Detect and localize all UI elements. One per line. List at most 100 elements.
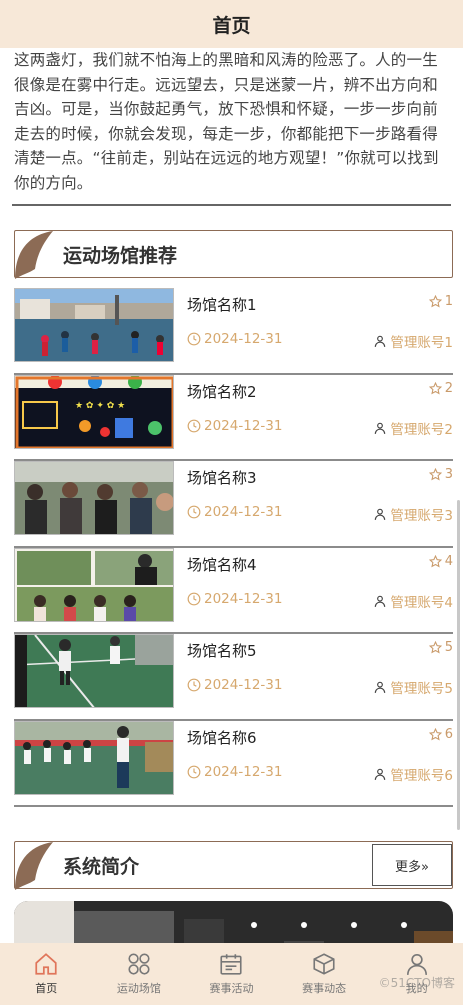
venue-date: 2024-12-31 <box>187 764 282 780</box>
tab-label: 运动场馆 <box>116 982 161 995</box>
home-icon <box>35 953 57 975</box>
clock-icon <box>187 419 201 432</box>
venue-info: 场馆名称4 4 2024-12-31 管理账号4 <box>174 548 453 633</box>
venue-image <box>14 634 174 708</box>
tab-label: 赛事活动 <box>209 982 254 995</box>
venue-owner: 管理账号1 <box>373 331 453 351</box>
venues-section-header: 运动场馆推荐 <box>14 230 453 279</box>
tab-venues[interactable]: 运动场馆 <box>93 943 186 1005</box>
venue-owner: 管理账号4 <box>373 591 453 611</box>
about-section-title: 系统简介 <box>63 855 140 878</box>
favorites-count: 3 <box>444 467 453 482</box>
intro-divider <box>12 204 451 206</box>
date-text: 2024-12-31 <box>204 331 283 347</box>
venue-name: 场馆名称3 <box>187 469 257 487</box>
about-image <box>14 901 453 943</box>
scrollbar[interactable] <box>457 500 460 830</box>
tab-news[interactable]: 赛事动态 <box>278 943 371 1005</box>
svg-text:★ ✿ ✦ ✿ ★: ★ ✿ ✦ ✿ ★ <box>75 401 125 411</box>
venue-card[interactable]: 场馆名称1 1 2024-12-31 管理账号1 <box>14 288 453 375</box>
person-icon <box>375 681 386 693</box>
venue-name: 场馆名称6 <box>187 728 257 747</box>
page-title: 首页 <box>212 14 251 37</box>
person-icon <box>375 335 386 347</box>
grid-icon <box>128 953 150 975</box>
venue-image: ★ ✿ ✦ ✿ ★ <box>14 374 174 449</box>
venue-date: 2024-12-31 <box>187 591 282 607</box>
favorites-count: 5 <box>444 640 453 655</box>
date-text: 2024-12-31 <box>204 590 283 607</box>
owner-text: 管理账号3 <box>390 508 453 524</box>
leaf-decoration-icon <box>15 231 53 279</box>
venue-owner: 管理账号6 <box>373 764 453 784</box>
date-text: 2024-12-31 <box>204 677 283 693</box>
venue-favorites[interactable]: 3 <box>428 467 453 482</box>
star-icon <box>428 554 442 568</box>
venue-favorites[interactable]: 5 <box>428 640 453 655</box>
venue-favorites[interactable]: 4 <box>428 554 453 569</box>
star-icon <box>428 727 442 741</box>
clock-icon <box>187 332 201 346</box>
intro-text: 这两盏灯，我们就不怕海上的黑暗和风涛的险恶了。人的一生很像是在雾中行走。远远望去… <box>14 51 439 192</box>
owner-text: 管理账号5 <box>390 681 453 697</box>
tab-label: 首页 <box>35 982 58 995</box>
venue-image <box>14 547 174 622</box>
venues-section-title: 运动场馆推荐 <box>63 244 178 267</box>
person-icon <box>375 595 386 607</box>
venue-favorites[interactable]: 6 <box>428 726 453 742</box>
favorites-count: 1 <box>444 294 453 309</box>
clock-icon <box>187 592 201 605</box>
venue-name: 场馆名称2 <box>187 382 257 401</box>
venue-date: 2024-12-31 <box>187 504 282 520</box>
venue-date: 2024-12-31 <box>187 331 282 347</box>
star-icon <box>428 468 442 481</box>
venue-name: 场馆名称1 <box>187 296 257 314</box>
venue-owner: 管理账号2 <box>373 418 453 438</box>
venue-image <box>14 288 174 362</box>
tab-home[interactable]: 首页 <box>0 943 93 1005</box>
favorites-count: 6 <box>444 726 453 742</box>
venue-favorites[interactable]: 2 <box>428 380 453 396</box>
about-section-header: 系统简介 更多» <box>14 841 453 890</box>
main-content[interactable]: 这两盏灯，我们就不怕海上的黑暗和风涛的险恶了。人的一生很像是在雾中行走。远远望去… <box>0 48 463 943</box>
venue-info: 场馆名称2 2 2024-12-31 管理账号2 <box>174 375 453 460</box>
venue-date: 2024-12-31 <box>187 418 282 434</box>
venue-image <box>14 461 174 535</box>
venue-info: 场馆名称1 1 2024-12-31 管理账号1 <box>174 288 453 373</box>
venue-card[interactable]: ★ ✿ ✦ ✿ ★ 场馆名称2 2 2024-12-31 管理账号2 <box>14 374 453 461</box>
watermark: ©51CTO博客 <box>378 976 455 990</box>
more-button[interactable]: 更多» <box>372 844 452 886</box>
venue-card[interactable]: 场馆名称4 4 2024-12-31 管理账号4 <box>14 547 453 634</box>
person-icon <box>375 508 386 520</box>
date-text: 2024-12-31 <box>204 763 283 780</box>
venue-info: 场馆名称3 3 2024-12-31 管理账号3 <box>174 461 453 546</box>
owner-text: 管理账号4 <box>390 594 453 611</box>
owner-text: 管理账号6 <box>390 767 453 784</box>
star-icon <box>428 381 442 395</box>
star-icon <box>428 295 442 308</box>
venue-card[interactable]: 场馆名称3 3 2024-12-31 管理账号3 <box>14 461 453 548</box>
venue-name: 场馆名称4 <box>187 555 257 574</box>
app-root: 首页 这两盏灯，我们就不怕海上的黑暗和风涛的险恶了。人的一生很像是在雾中行走。远… <box>0 0 463 1005</box>
date-text: 2024-12-31 <box>204 504 283 520</box>
venue-owner: 管理账号3 <box>373 504 453 524</box>
venue-name: 场馆名称5 <box>187 642 257 660</box>
leaf-decoration-icon <box>15 842 53 890</box>
star-icon <box>428 641 442 654</box>
person-icon <box>375 422 386 434</box>
clock-icon <box>187 505 201 519</box>
tab-label: 赛事动态 <box>302 982 347 995</box>
date-text: 2024-12-31 <box>204 417 283 434</box>
owner-text: 管理账号2 <box>390 421 453 438</box>
venue-info: 场馆名称5 5 2024-12-31 管理账号5 <box>174 634 453 719</box>
venue-list: 场馆名称1 1 2024-12-31 管理账号1 ★ ✿ ✦ ✿ ★ 场馆名称2… <box>14 288 453 807</box>
venue-card[interactable]: 场馆名称5 5 2024-12-31 管理账号5 <box>14 634 453 721</box>
venue-owner: 管理账号5 <box>373 677 453 697</box>
owner-text: 管理账号1 <box>390 335 453 351</box>
favorites-count: 2 <box>444 380 453 396</box>
clock-icon <box>187 678 201 692</box>
tab-events[interactable]: 赛事活动 <box>185 943 278 1005</box>
venue-card[interactable]: 场馆名称6 6 2024-12-31 管理账号6 <box>14 720 453 807</box>
calendar-icon <box>220 954 243 975</box>
venue-favorites[interactable]: 1 <box>428 294 453 309</box>
